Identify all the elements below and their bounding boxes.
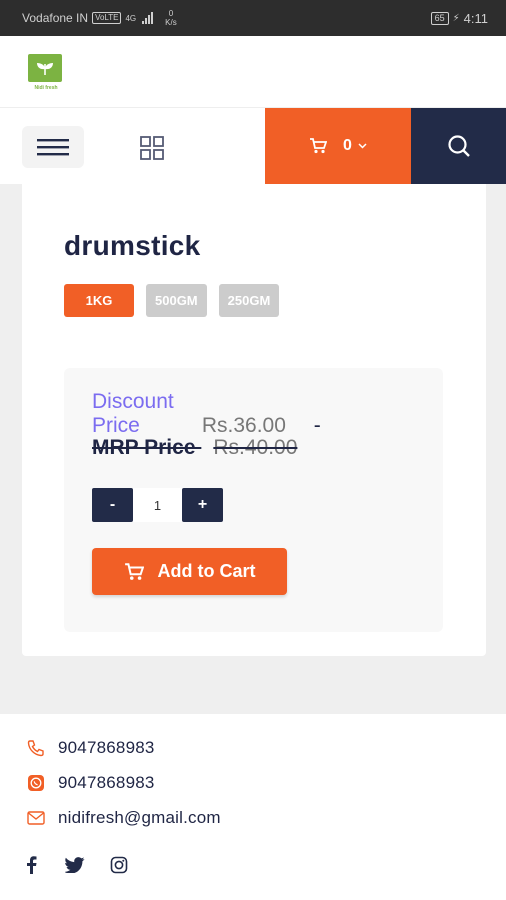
- variant-option[interactable]: 500GM: [146, 284, 207, 317]
- status-bar: Vodafone IN VoLTE 4G 0 K/s 65 ⚡ 4:11: [0, 0, 506, 36]
- price-separator: -: [313, 414, 321, 437]
- whatsapp-number: 9047868983: [58, 773, 155, 792]
- search-button[interactable]: [411, 108, 506, 184]
- whatsapp-contact[interactable]: 9047868983: [26, 773, 155, 793]
- charging-icon: ⚡: [452, 12, 460, 24]
- twitter-icon[interactable]: [64, 854, 86, 876]
- phone-icon: [26, 738, 46, 758]
- cart-icon: [310, 138, 328, 154]
- speed-value: 0: [168, 9, 174, 18]
- email-icon: [26, 808, 46, 828]
- mrp-row: MRP Price Rs.40.00: [92, 436, 297, 460]
- chevron-down-icon: [358, 143, 367, 149]
- discount-row: Discount Price Rs.36.00 -: [92, 390, 321, 438]
- battery-icon: 65: [430, 11, 449, 25]
- quantity-stepper: - 1 +: [92, 488, 223, 522]
- cart-count-wrap: 0: [343, 137, 367, 155]
- phone-number: 9047868983: [58, 738, 155, 757]
- cart-button[interactable]: 0: [265, 108, 411, 184]
- discount-price: Rs.36.00: [201, 414, 286, 437]
- grid-icon: [140, 136, 164, 160]
- logo-bar: Nidi fresh: [0, 36, 506, 108]
- status-right: 65 ⚡ 4:11: [430, 10, 488, 26]
- carrier-info: Vodafone IN VoLTE 4G 0 K/s: [22, 9, 177, 27]
- increase-quantity-button[interactable]: +: [182, 488, 223, 522]
- instagram-icon[interactable]: [108, 854, 130, 876]
- menu-button[interactable]: [22, 126, 84, 168]
- cart-count: 0: [343, 137, 352, 154]
- logo-text: Nidi fresh: [34, 85, 58, 91]
- product-card: drumstick 1KG 500GM 250GM Discount Price…: [22, 184, 486, 656]
- facebook-icon[interactable]: [20, 854, 42, 876]
- network-speed: 0 K/s: [165, 9, 177, 27]
- add-to-cart-label: Add to Cart: [157, 561, 256, 581]
- quantity-value[interactable]: 1: [133, 488, 182, 522]
- variant-option[interactable]: 250GM: [218, 284, 280, 317]
- search-icon: [447, 135, 470, 157]
- leaf-icon: [28, 54, 62, 82]
- cart-icon: [124, 562, 144, 580]
- grid-view-button[interactable]: [136, 132, 168, 164]
- nav-bar: 0: [0, 108, 506, 184]
- variant-option[interactable]: 1KG: [64, 284, 134, 317]
- add-to-cart-button[interactable]: Add to Cart: [92, 548, 287, 595]
- decrease-quantity-button[interactable]: -: [92, 488, 133, 522]
- volte-badge: VoLTE: [92, 12, 122, 24]
- signal-icon: [142, 12, 154, 24]
- clock: 4:11: [463, 10, 488, 26]
- phone-contact[interactable]: 9047868983: [26, 738, 155, 758]
- mrp-label: MRP Price: [92, 436, 196, 459]
- variant-selector: 1KG 500GM 250GM: [64, 284, 280, 317]
- speed-unit: K/s: [165, 18, 177, 27]
- network-type: 4G: [125, 13, 137, 23]
- discount-label: Discount Price: [92, 390, 174, 437]
- carrier-name: Vodafone IN: [22, 11, 89, 25]
- price-box: Discount Price Rs.36.00 - MRP Price Rs.4…: [64, 368, 443, 632]
- mrp-price: Rs.40.00: [213, 436, 298, 459]
- brand-logo[interactable]: Nidi fresh: [28, 54, 64, 94]
- email-contact[interactable]: nidifresh@gmail.com: [26, 808, 221, 828]
- email-address: nidifresh@gmail.com: [58, 808, 221, 827]
- social-links: [20, 854, 130, 876]
- footer: 9047868983 9047868983 nidifresh@gmail.co…: [0, 714, 506, 900]
- whatsapp-icon: [26, 773, 46, 793]
- hamburger-menu-icon: [37, 139, 69, 156]
- product-title: drumstick: [64, 230, 201, 261]
